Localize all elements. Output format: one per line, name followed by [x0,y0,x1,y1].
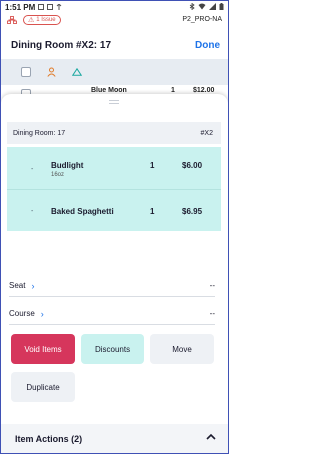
void-items-button[interactable]: Void Items [11,334,75,364]
item-actions-footer[interactable]: Item Actions (2) [1,424,228,453]
course-field[interactable]: Course › -- [9,303,215,325]
issue-badge-label: 1 Issue [36,17,56,23]
course-icon [72,68,82,76]
item-name: Budlight [51,161,84,170]
notification-icon [47,4,54,10]
upload-icon [56,4,62,10]
duplicate-button[interactable]: Duplicate [11,372,75,402]
order-location: Dining Room: 17 [13,129,66,137]
table-header-row [1,59,228,85]
signal-icon [209,3,216,10]
item-modifier: 16oz [51,172,65,178]
list-item[interactable]: - Budlight 16oz 1 $6.00 [7,147,221,189]
chevron-right-icon: › [31,280,35,291]
course-label: Course [9,309,35,318]
battery-icon [219,3,224,10]
warning-icon: ⚠ [28,17,35,24]
device-name: P2_PRO-NA [182,16,222,23]
item-qty: 1 [150,207,155,216]
wifi-icon [198,3,206,10]
system-icons [189,3,224,10]
guest-icon [47,67,56,77]
network-icon[interactable] [7,16,17,24]
item-name: Baked Spaghetti [51,207,114,216]
bluetooth-icon [189,3,195,10]
item-price: $6.95 [182,207,203,216]
app-frame: 1:51 PM ⚠ 1 Issue P2_PRO-NA Dining Room … [0,0,229,454]
done-button[interactable]: Done [195,40,220,51]
select-all-checkbox[interactable] [21,67,31,77]
chevron-right-icon: › [40,308,44,319]
item-actions-label: Item Actions (2) [15,433,83,444]
row-item-price: $12.00 [193,87,215,94]
row-item-name: Blue Moon [91,87,127,94]
row-item-qty: 1 [171,87,175,94]
title-bar: Dining Room #X2: 17 Done [1,31,228,59]
app-header: ⚠ 1 Issue P2_PRO-NA [1,13,228,27]
order-header: Dining Room: 17 #X2 [7,122,221,144]
sheet-drag-handle[interactable] [109,100,119,104]
item-dash: - [31,208,34,215]
page-title: Dining Room #X2: 17 [11,39,112,51]
notification-icon [38,4,45,10]
item-qty: 1 [150,161,155,170]
chevron-up-icon[interactable] [206,432,216,442]
seat-value: -- [209,281,215,290]
clock: 1:51 PM [5,2,36,12]
item-dash: - [31,166,34,173]
order-number: #X2 [200,129,213,137]
selected-items-list: - Budlight 16oz 1 $6.00 - Baked Spaghett… [7,147,221,231]
list-item[interactable]: - Baked Spaghetti 1 $6.95 [7,189,221,231]
seat-label: Seat [9,281,26,290]
seat-field[interactable]: Seat › -- [9,275,215,297]
item-actions-sheet: Dining Room: 17 #X2 - Budlight 16oz 1 $6… [1,94,228,453]
course-value: -- [209,309,215,318]
issue-badge[interactable]: ⚠ 1 Issue [23,15,61,25]
status-bar: 1:51 PM [1,1,228,13]
move-button[interactable]: Move [150,334,214,364]
item-price: $6.00 [182,161,203,170]
discounts-button[interactable]: Discounts [81,334,144,364]
